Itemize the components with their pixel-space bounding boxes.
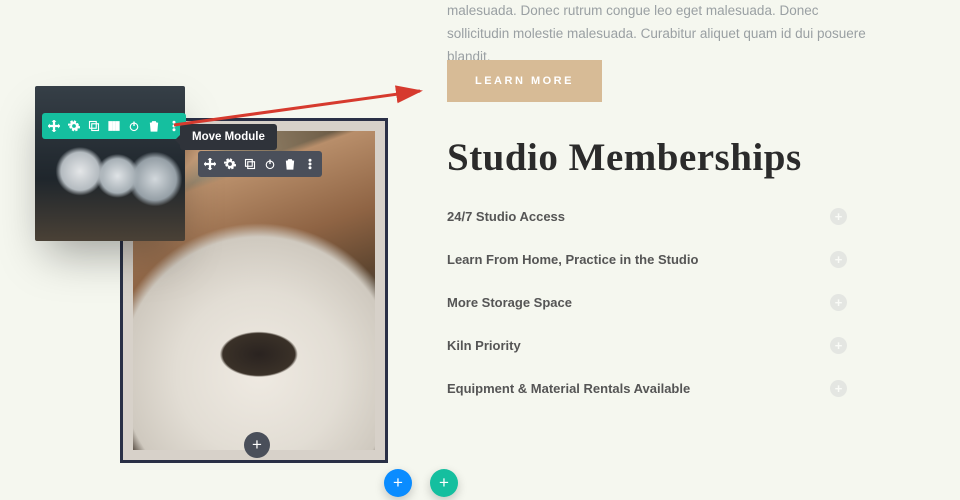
trash-icon[interactable] (144, 113, 164, 139)
gear-icon[interactable] (220, 151, 240, 177)
move-icon[interactable] (44, 113, 64, 139)
row-toolbar[interactable] (42, 113, 186, 139)
accordion-item[interactable]: Equipment & Material Rentals Available + (447, 367, 847, 410)
jars-thumbnail-image[interactable] (35, 86, 185, 241)
accordion-item[interactable]: 24/7 Studio Access + (447, 195, 847, 238)
accordion-label: Learn From Home, Practice in the Studio (447, 252, 698, 267)
module-toolbar[interactable] (198, 151, 322, 177)
accordion-item[interactable]: Kiln Priority + (447, 324, 847, 367)
move-module-tooltip: Move Module (180, 124, 277, 150)
accordion-label: Kiln Priority (447, 338, 521, 353)
more-icon[interactable] (300, 151, 320, 177)
power-icon[interactable] (124, 113, 144, 139)
power-icon[interactable] (260, 151, 280, 177)
accordion: 24/7 Studio Access + Learn From Home, Pr… (447, 195, 847, 410)
add-module-button[interactable]: + (244, 432, 270, 458)
accordion-label: 24/7 Studio Access (447, 209, 565, 224)
add-row-button[interactable]: + (430, 469, 458, 497)
add-section-button[interactable]: + (384, 469, 412, 497)
duplicate-icon[interactable] (240, 151, 260, 177)
expand-icon: + (830, 380, 847, 397)
move-icon[interactable] (200, 151, 220, 177)
intro-paragraph: malesuada. Donec rutrum congue leo eget … (447, 0, 867, 69)
accordion-item[interactable]: More Storage Space + (447, 281, 847, 324)
expand-icon: + (830, 251, 847, 268)
gear-icon[interactable] (64, 113, 84, 139)
expand-icon: + (830, 337, 847, 354)
section-heading: Studio Memberships (447, 135, 802, 180)
trash-icon[interactable] (280, 151, 300, 177)
learn-more-button[interactable]: LEARN MORE (447, 60, 602, 102)
expand-icon: + (830, 208, 847, 225)
expand-icon: + (830, 294, 847, 311)
accordion-item[interactable]: Learn From Home, Practice in the Studio … (447, 238, 847, 281)
duplicate-icon[interactable] (84, 113, 104, 139)
accordion-label: Equipment & Material Rentals Available (447, 381, 690, 396)
accordion-label: More Storage Space (447, 295, 572, 310)
columns-icon[interactable] (104, 113, 124, 139)
